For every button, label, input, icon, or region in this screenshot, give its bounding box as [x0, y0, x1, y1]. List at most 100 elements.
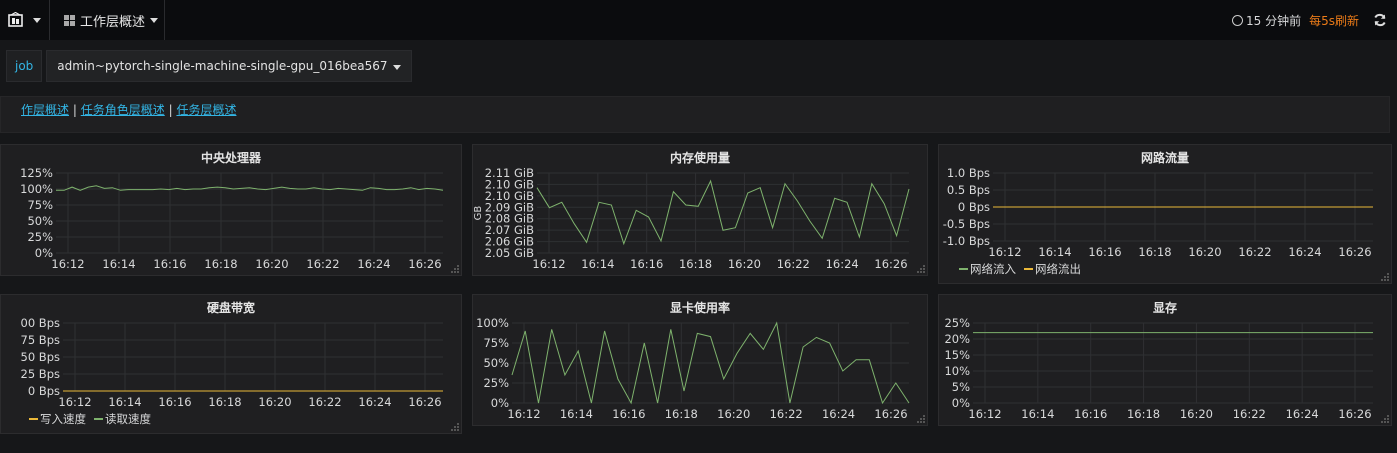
y-tick-label: -0.5 Bps	[943, 217, 990, 231]
y-tick-label: 15%	[944, 348, 970, 362]
panel-resize-handle[interactable]	[1381, 415, 1389, 423]
y-tick-label: 100%	[476, 316, 509, 330]
x-tick-label: 16:24	[1288, 245, 1321, 259]
link-task-role-overview[interactable]: 任务角色层概述	[81, 103, 165, 117]
y-axis-label: GB	[473, 206, 484, 221]
x-tick-label: 16:16	[158, 395, 191, 409]
legend-item[interactable]: 读取速度	[105, 412, 151, 426]
panel-resize-handle[interactable]	[917, 415, 925, 423]
x-tick-label: 16:14	[102, 257, 135, 271]
x-tick-label: 16:16	[1074, 407, 1107, 421]
x-tick-label: 16:22	[1238, 245, 1271, 259]
x-tick-label: 16:22	[770, 407, 803, 421]
chevron-down-icon	[150, 17, 159, 23]
link-worker-overview[interactable]: 作层概述	[21, 103, 69, 117]
x-tick-label: 16:14	[1021, 407, 1054, 421]
x-tick-label: 16:22	[1233, 407, 1266, 421]
y-tick-label: 20%	[944, 332, 970, 346]
legend-item[interactable]: 网络流出	[1035, 262, 1081, 276]
x-tick-label: 16:24	[826, 257, 859, 271]
chart-svg: 1.0 Bps 0.5 Bps 0 Bps -0.5 Bps -1.0 Bps16:12…	[943, 166, 1389, 281]
panel-resize-handle[interactable]	[451, 423, 459, 431]
clock-icon	[1232, 14, 1244, 26]
x-tick-label: 16:14	[1038, 245, 1071, 259]
x-tick-label: 16:12	[51, 257, 84, 271]
x-tick-label: 16:14	[581, 257, 614, 271]
x-tick-label: 16:20	[728, 257, 761, 271]
y-tick-label: 0 Bps	[28, 384, 60, 398]
panel-resize-handle[interactable]	[451, 265, 459, 273]
x-tick-label: 16:16	[630, 257, 663, 271]
y-tick-label: 0%	[35, 246, 53, 260]
variable-job-value: admin~pytorch-single-machine-single-gpu_…	[57, 59, 388, 73]
link-task-overview[interactable]: 任务层概述	[176, 103, 236, 117]
x-tick-label: 16:26	[874, 407, 907, 421]
x-tick-label: 16:18	[679, 257, 712, 271]
x-tick-label: 16:12	[988, 245, 1021, 259]
x-tick-label: 16:16	[153, 257, 186, 271]
time-controls: 15 分钟前 每5s刷新	[1232, 0, 1387, 40]
home-menu-button[interactable]	[0, 0, 50, 40]
x-tick-label: 16:12	[58, 395, 91, 409]
dashboard-title: 工作层概述	[80, 14, 146, 30]
x-tick-label: 16:12	[532, 257, 565, 271]
disk-panel: 硬盘带宽 00 Bps 75 Bps 50 Bps 25 Bps 0 Bps 16:12 16…	[0, 294, 462, 434]
y-tick-label: 5%	[952, 380, 970, 394]
x-tick-label: 16:22	[308, 395, 341, 409]
x-tick-label: 16:26	[1338, 407, 1371, 421]
x-tick-label: 16:18	[204, 257, 237, 271]
y-tick-label: 50%	[483, 356, 509, 370]
template-variables: job admin~pytorch-single-machine-single-…	[6, 50, 412, 82]
x-tick-label: 16:12	[968, 407, 1001, 421]
y-tick-label: 75%	[483, 336, 509, 350]
y-tick-label: 0.5 Bps	[947, 183, 990, 197]
variable-job-label: job	[6, 50, 43, 82]
link-separator: |	[72, 103, 77, 117]
time-range-label: 15 分钟前	[1246, 13, 1302, 28]
x-tick-label: 16:26	[1338, 245, 1371, 259]
x-tick-label: 16:14	[560, 407, 593, 421]
x-tick-label: 16:26	[408, 257, 441, 271]
series-line[interactable]	[536, 179, 910, 246]
chart-svg: 100% 75% 50% 25% 0%16:12 16:14 16:16 16:18 16:20…	[476, 316, 925, 423]
cpu-panel: 中央处理器 125% 100% 75% 50% 25% 0% 16:12 16:14 16:16 1…	[0, 144, 462, 276]
x-tick-label: 16:18	[1127, 407, 1160, 421]
refresh-interval-label[interactable]: 每5s刷新	[1309, 12, 1359, 29]
chevron-down-icon	[33, 17, 41, 23]
x-tick-label: 16:16	[612, 407, 645, 421]
y-tick-label: 0 Bps	[958, 200, 990, 214]
x-tick-label: 16:22	[777, 257, 810, 271]
x-tick-label: 16:26	[408, 395, 441, 409]
dashboard-picker[interactable]: 工作层概述	[50, 0, 165, 40]
x-tick-label: 16:18	[1138, 245, 1171, 259]
dashboard-links-panel: 作层概述 | 任务角色层概述 | 任务层概述	[0, 96, 1390, 133]
refresh-icon[interactable]	[1373, 13, 1387, 27]
y-tick-label: 00 Bps	[21, 316, 60, 330]
legend-item[interactable]: 写入速度	[40, 412, 86, 426]
chart-svg: 25% 20% 15% 10% 5% 0%16:12 16:14 16:16 16:18 16:2…	[944, 316, 1389, 423]
panel-resize-handle[interactable]	[1381, 273, 1389, 281]
y-tick-label: 75%	[27, 198, 53, 212]
x-tick-label: 16:14	[108, 395, 141, 409]
chart-svg: 125% 100% 75% 50% 25% 0%16:12 16:14 16:16 16:18 1…	[20, 166, 459, 273]
x-tick-label: 16:24	[357, 257, 390, 271]
chart-svg: 00 Bps 75 Bps 50 Bps 25 Bps 0 Bps16:12 16:14 1…	[21, 316, 459, 431]
time-range-picker[interactable]: 15 分钟前	[1232, 12, 1301, 29]
app-logo-icon	[8, 12, 23, 27]
legend-item[interactable]: 网络流入	[970, 262, 1016, 276]
y-tick-label: 2.05 GiB	[485, 246, 534, 260]
series-line[interactable]	[56, 185, 444, 191]
gpu-memory-panel: 显存 25% 20% 15% 10% 5% 0% 16:12 16:14 16:16 16:18 16…	[938, 294, 1392, 426]
chart-svg: 2.11 GiB2.10 GiB2.10 GiB2.09 GiB2.08 GiB…	[473, 166, 925, 273]
x-tick-label: 16:18	[208, 395, 241, 409]
x-tick-label: 16:24	[358, 395, 391, 409]
y-tick-label: 75 Bps	[21, 333, 60, 347]
network-panel: 网路流量 1.0 Bps 0.5 Bps 0 Bps -0.5 Bps -1.0 Bps 1…	[938, 144, 1392, 284]
panel-resize-handle[interactable]	[917, 265, 925, 273]
y-tick-label: 25 Bps	[21, 367, 60, 381]
variable-job-select[interactable]: admin~pytorch-single-machine-single-gpu_…	[46, 50, 412, 82]
x-tick-label: 16:12	[507, 407, 540, 421]
x-tick-label: 16:20	[255, 257, 288, 271]
y-tick-label: 125%	[20, 166, 53, 180]
y-tick-label: 100%	[20, 182, 53, 196]
